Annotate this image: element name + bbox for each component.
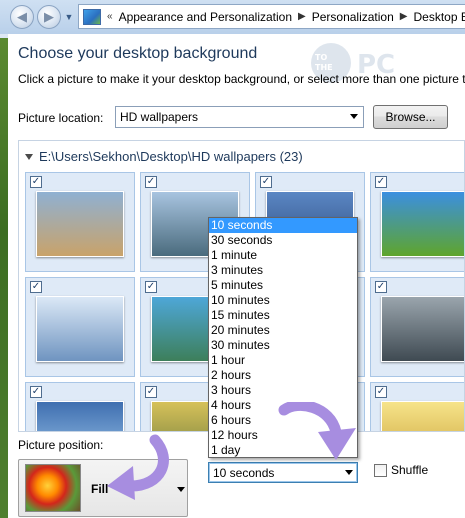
thumbnail-checkbox[interactable]: ✓ (30, 176, 42, 188)
breadcrumb-personalization[interactable]: Personalization (308, 10, 398, 24)
breadcrumb-appearance[interactable]: Appearance and Personalization (115, 10, 296, 24)
wallpaper-thumbnail[interactable]: ✓ (25, 382, 135, 431)
shuffle-checkbox[interactable]: Shuffle (374, 463, 428, 477)
picture-location-select[interactable]: HD wallpapers (115, 106, 364, 128)
thumbnail-checkbox[interactable]: ✓ (145, 386, 157, 398)
interval-option[interactable]: 30 seconds (209, 233, 357, 248)
chevron-down-icon: ▼ (64, 12, 74, 22)
browse-button[interactable]: Browse... (373, 105, 448, 129)
wallpaper-thumbnail[interactable]: ✓ (370, 382, 464, 431)
interval-option[interactable]: 1 hour (209, 353, 357, 368)
page-subtitle: Click a picture to make it your desktop … (18, 72, 465, 86)
breadcrumb-overflow-icon[interactable]: « (105, 11, 115, 22)
thumbnail-checkbox[interactable]: ✓ (145, 176, 157, 188)
picture-location-value: HD wallpapers (120, 110, 199, 124)
thumbnail-checkbox[interactable]: ✓ (375, 386, 387, 398)
address-bar[interactable]: « Appearance and Personalization ▶ Perso… (78, 4, 465, 29)
breadcrumb-desktop-background[interactable]: Desktop B (410, 10, 465, 24)
title-bar: ◀ ▶ ▼ « Appearance and Personalization ▶… (0, 0, 465, 34)
folder-path: E:\Users\Sekhon\Desktop\HD wallpapers (2… (39, 149, 303, 164)
picture-position-label: Picture position: (18, 438, 104, 452)
interval-option[interactable]: 20 minutes (209, 323, 357, 338)
chevron-down-icon (350, 114, 358, 119)
wallpaper-image (36, 401, 124, 431)
change-interval-value: 10 seconds (213, 465, 275, 480)
annotation-arrow-icon (107, 434, 169, 500)
folder-group-header[interactable]: E:\Users\Sekhon\Desktop\HD wallpapers (2… (25, 149, 303, 164)
shuffle-label: Shuffle (391, 463, 429, 477)
wallpaper-thumbnail[interactable]: ✓ (25, 172, 135, 272)
wallpaper-thumbnail[interactable]: ✓ (370, 172, 464, 272)
interval-option[interactable]: 15 minutes (209, 308, 357, 323)
picture-location-label: Picture location: (18, 111, 104, 125)
interval-option[interactable]: 2 hours (209, 368, 357, 383)
forward-arrow-icon: ▶ (44, 9, 54, 24)
thumbnail-checkbox[interactable]: ✓ (30, 281, 42, 293)
thumbnail-checkbox[interactable]: ✓ (375, 281, 387, 293)
annotation-arrow-icon (278, 402, 356, 460)
back-arrow-icon: ◀ (17, 9, 27, 24)
wallpaper-thumbnail[interactable]: ✓ (370, 277, 464, 377)
back-button[interactable]: ◀ (10, 5, 34, 29)
interval-option[interactable]: 10 seconds (209, 218, 357, 233)
interval-option[interactable]: 3 hours (209, 383, 357, 398)
interval-option[interactable]: 5 minutes (209, 278, 357, 293)
change-interval-select[interactable]: 10 seconds (208, 462, 358, 483)
svg-text:TO: TO (315, 53, 327, 62)
collapse-triangle-icon[interactable] (25, 153, 33, 160)
page-title: Choose your desktop background (18, 45, 258, 62)
interval-option[interactable]: 30 minutes (209, 338, 357, 353)
main-content: PC TO THE Choose your desktop background… (8, 34, 465, 518)
thumbnail-checkbox[interactable]: ✓ (30, 386, 42, 398)
interval-option[interactable]: 1 minute (209, 248, 357, 263)
desktop-background-strip (0, 38, 8, 518)
breadcrumb-separator-icon[interactable]: ▶ (296, 11, 308, 22)
chevron-down-icon (177, 487, 185, 492)
shuffle-checkbox-box[interactable] (374, 463, 387, 477)
thumbnail-checkbox[interactable]: ✓ (145, 281, 157, 293)
recent-pages-dropdown[interactable]: ▼ (64, 11, 74, 23)
position-preview-image (25, 464, 81, 512)
breadcrumb-separator-icon[interactable]: ▶ (398, 11, 410, 22)
wallpaper-image (381, 191, 464, 257)
wallpaper-image (381, 296, 464, 362)
forward-button[interactable]: ▶ (37, 5, 61, 29)
thumbnail-checkbox[interactable]: ✓ (375, 176, 387, 188)
control-panel-icon (83, 8, 101, 25)
svg-text:THE: THE (315, 63, 333, 72)
thumbnail-checkbox[interactable]: ✓ (260, 176, 272, 188)
wallpaper-thumbnail[interactable]: ✓ (25, 277, 135, 377)
interval-option[interactable]: 10 minutes (209, 293, 357, 308)
wallpaper-image (36, 296, 124, 362)
wallpaper-image (381, 401, 464, 431)
wallpaper-image (36, 191, 124, 257)
chevron-down-icon (345, 470, 353, 475)
interval-option[interactable]: 3 minutes (209, 263, 357, 278)
